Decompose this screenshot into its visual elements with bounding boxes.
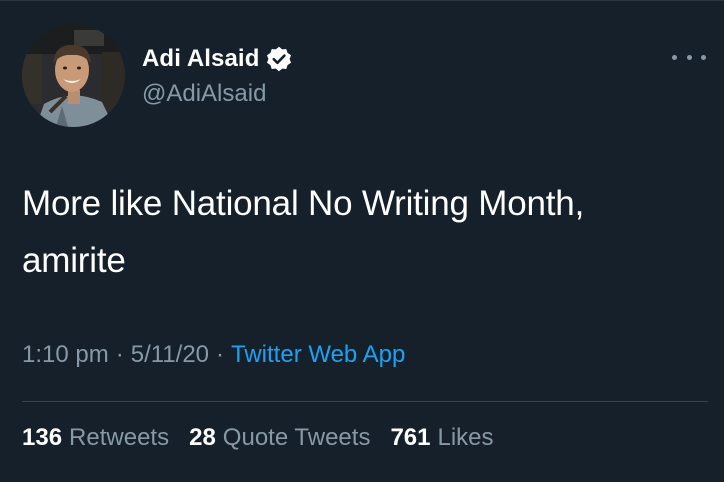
likes-label: Likes: [437, 424, 494, 451]
avatar-photo: [22, 24, 125, 127]
likes-count: 761: [390, 424, 431, 451]
tweet-date[interactable]: 5/11/20: [131, 341, 209, 368]
retweets-label: Retweets: [69, 424, 170, 451]
more-dot: [672, 54, 677, 60]
author-name-row[interactable]: Adi Alsaid: [142, 44, 293, 74]
avatar[interactable]: [22, 24, 125, 127]
tweet-stats: 136 Retweets 28 Quote Tweets 761 Likes: [22, 424, 514, 452]
tweet-text-line: amirite: [22, 241, 126, 280]
likes-stat[interactable]: 761 Likes: [390, 424, 493, 452]
tweet-source-link[interactable]: Twitter Web App: [231, 341, 405, 368]
retweets-count: 136: [22, 424, 63, 451]
top-edge: [0, 0, 724, 1]
quote-tweets-count: 28: [189, 424, 216, 451]
retweets-stat[interactable]: 136 Retweets: [22, 424, 169, 452]
tweet-text-line: More like National No Writing Month,: [22, 184, 585, 223]
verified-badge-icon: [265, 45, 293, 73]
meta-separator: ·: [115, 341, 124, 368]
meta-separator: ·: [216, 341, 225, 368]
more-options-icon[interactable]: [672, 50, 706, 64]
author-display-name[interactable]: Adi Alsaid: [142, 45, 259, 73]
divider: [22, 401, 708, 402]
more-dot: [686, 54, 692, 60]
tweet-time[interactable]: 1:10 pm: [22, 341, 109, 368]
tweet-text: More like National No Writing Month, ami…: [22, 175, 712, 289]
quote-tweets-stat[interactable]: 28 Quote Tweets: [189, 424, 370, 452]
tweet-meta: 1:10 pm · 5/11/20 · Twitter Web App: [22, 341, 405, 369]
author-handle[interactable]: @AdiAlsaid: [142, 80, 266, 108]
quote-tweets-label: Quote Tweets: [222, 424, 371, 451]
more-dot: [701, 54, 706, 60]
